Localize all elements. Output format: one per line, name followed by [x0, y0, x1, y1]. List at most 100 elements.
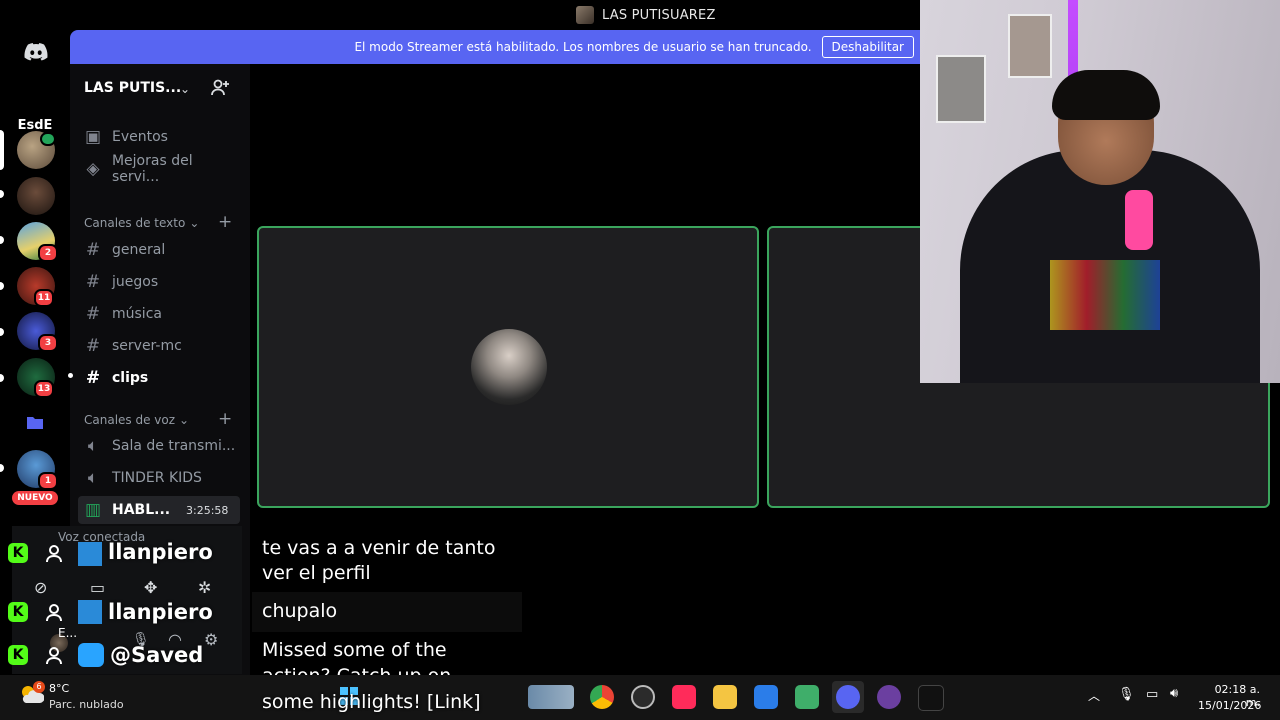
overlay-username: @Saved: [110, 643, 204, 667]
user-icon: [44, 602, 64, 626]
chevron-down-icon: ⌄: [179, 413, 190, 427]
user-icon: [44, 645, 64, 669]
channel-label: general: [112, 242, 166, 258]
calendar-icon: ▣: [84, 127, 102, 147]
text-category-header[interactable]: Canales de texto ⌄: [84, 216, 199, 230]
boosts-item[interactable]: ◈ Mejoras del servi...: [84, 153, 244, 185]
widget-scene-icon[interactable]: [528, 685, 574, 709]
banner-text: El modo Streamer está habilitado. Los no…: [354, 40, 812, 54]
channel-label: HABL...: [112, 502, 171, 518]
channel-label: Sala de transmi...: [112, 438, 236, 454]
channel-general[interactable]: # general: [84, 237, 244, 263]
chat-message: Missed some of the: [262, 639, 447, 661]
voice-channel-tinder[interactable]: 🔈︎ TINDER KIDS: [84, 465, 244, 491]
server-icon-2[interactable]: [17, 177, 55, 215]
tiktok-icon[interactable]: [918, 685, 944, 711]
unread-pill: [0, 282, 4, 290]
chevron-down-icon[interactable]: ⌄: [180, 82, 190, 96]
chat-message: some highlights! [Link]: [262, 691, 481, 713]
server-name[interactable]: LAS PUTIS...: [84, 80, 181, 96]
weather-badge: 6: [33, 681, 45, 693]
hammer-icon: [78, 542, 102, 566]
screen-share-icon[interactable]: ▭: [90, 578, 105, 597]
store-icon[interactable]: [754, 685, 778, 709]
add-user-icon[interactable]: [210, 78, 230, 102]
mention-badge: 2: [38, 244, 58, 262]
wall-photo-1: [936, 55, 986, 123]
gear-icon[interactable]: ⚙: [204, 630, 218, 649]
voice-category-header[interactable]: Canales de voz ⌄: [84, 413, 189, 427]
channel-label: TINDER KIDS: [112, 470, 202, 486]
unread-pill: [0, 374, 4, 382]
discord-home-icon[interactable]: [24, 42, 48, 62]
server-thumbnail: [576, 6, 594, 24]
file-explorer-icon[interactable]: [713, 685, 737, 709]
participant-avatar: [471, 329, 547, 405]
chat-message: ver el perfil: [262, 562, 371, 584]
camera-off-icon[interactable]: ⊘: [34, 578, 47, 597]
add-channel-icon[interactable]: +: [218, 409, 232, 429]
voice-wave-icon: ▥: [84, 500, 102, 520]
obs-icon[interactable]: [631, 685, 655, 709]
hash-icon: #: [85, 240, 101, 260]
volume-icon[interactable]: 🔊︎: [1170, 686, 1178, 701]
speaker-icon: 🔈︎: [87, 468, 99, 488]
mention-badge: 13: [34, 380, 54, 398]
chevron-up-icon[interactable]: ︿: [1088, 687, 1100, 704]
boost-icon: ◈: [86, 159, 100, 179]
microphone: [1125, 190, 1153, 250]
soundboard-icon[interactable]: ✲: [198, 578, 211, 597]
channel-label: juegos: [112, 274, 159, 290]
app-icon[interactable]: [795, 685, 819, 709]
user-initial: E...: [58, 626, 78, 640]
channel-juegos[interactable]: # juegos: [84, 269, 244, 295]
folder-icon[interactable]: [26, 414, 44, 430]
channel-label: clips: [112, 370, 149, 386]
channel-musica[interactable]: # música: [84, 301, 244, 327]
channel-label: server-mc: [112, 338, 182, 354]
streamer-mode-banner: El modo Streamer está habilitado. Los no…: [70, 30, 920, 64]
speaker-icon: 🔈︎: [87, 436, 99, 456]
overlay-username: llanpiero: [108, 540, 213, 564]
voice-channel-sala[interactable]: 🔈︎ Sala de transmi...: [84, 433, 244, 459]
unread-pill: [0, 190, 4, 198]
events-item[interactable]: ▣ Eventos: [84, 124, 244, 150]
kick-icon: K: [8, 543, 28, 563]
mic-icon[interactable]: 🎙︎: [1118, 687, 1135, 702]
hash-icon: #: [85, 272, 101, 292]
active-server-pill: [0, 130, 4, 170]
disable-streamer-button[interactable]: Deshabilitar: [821, 36, 914, 58]
person-hair: [1052, 70, 1160, 120]
mention-badge: 11: [34, 289, 54, 307]
channel-label: música: [112, 306, 162, 322]
boosts-label: Mejoras del servi...: [111, 153, 193, 185]
voice-active-badge: [40, 132, 56, 146]
tiktok-studio-icon[interactable]: [672, 685, 696, 709]
unread-pill: [0, 236, 4, 244]
stage-top: [250, 64, 920, 224]
weather-temp: 8°C: [49, 682, 70, 695]
kick-icon: K: [8, 645, 28, 665]
window-title-text: LAS PUTISUAREZ: [602, 7, 716, 23]
unread-dot: [68, 373, 73, 378]
hash-icon: #: [85, 304, 101, 324]
chat-message: te vas a a venir de tanto: [262, 537, 496, 559]
channel-server-mc[interactable]: # server-mc: [84, 333, 244, 359]
add-channel-icon[interactable]: +: [218, 212, 232, 232]
clock-date[interactable]: 15/01/2026: [1198, 699, 1261, 712]
events-label: Eventos: [112, 129, 168, 145]
channel-clips[interactable]: # clips: [84, 365, 244, 391]
voice-timer: 3:25:58: [186, 504, 229, 517]
network-icon[interactable]: ▭: [1146, 687, 1158, 702]
chevron-down-icon: ⌄: [189, 216, 200, 230]
mention-badge: 1: [38, 472, 58, 490]
media-player-icon[interactable]: [877, 685, 901, 709]
hash-icon: #: [85, 368, 101, 388]
participant-tile-1[interactable]: [257, 226, 759, 508]
activities-icon[interactable]: ✥: [144, 578, 157, 597]
hoodie-print: [1050, 260, 1160, 330]
mention-badge: 3: [38, 334, 58, 352]
chat-message: chupalo: [262, 600, 338, 622]
chrome-icon[interactable]: [590, 685, 614, 709]
discord-icon[interactable]: [836, 685, 860, 709]
